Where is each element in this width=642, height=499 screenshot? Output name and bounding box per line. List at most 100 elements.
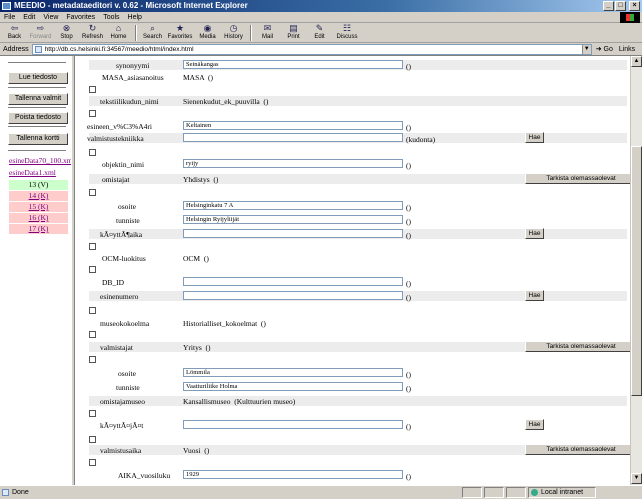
check-existing-button[interactable]: Tarkista olemassaolevat bbox=[525, 341, 630, 352]
esineen-vari-input[interactable]: Keltainen bbox=[183, 121, 403, 130]
address-input[interactable]: http://db.cs.helsinki.fi:34567/meedio/ht… bbox=[31, 43, 592, 55]
media-button[interactable]: ◉ Media bbox=[195, 23, 220, 40]
hae-button[interactable]: Hae bbox=[525, 132, 544, 143]
checkbox[interactable] bbox=[89, 436, 96, 443]
field-value: MASA () bbox=[183, 73, 214, 82]
field-row: museokokoelma Historialliset_kokoelmat (… bbox=[89, 318, 627, 328]
record-item-active[interactable]: 13 (V) bbox=[9, 180, 68, 190]
checkbox[interactable] bbox=[89, 149, 96, 156]
file-link[interactable]: esineData1.xml bbox=[9, 168, 56, 177]
db-id-input[interactable] bbox=[183, 277, 403, 286]
save-completed-button[interactable]: Tallenna valmit bbox=[8, 93, 68, 105]
check-existing-button[interactable]: Tarkista olemassaolevat bbox=[525, 444, 630, 455]
file-link[interactable]: esineData70_100.xml bbox=[9, 156, 71, 165]
checkbox[interactable] bbox=[89, 266, 96, 273]
stop-button[interactable]: ⊗ Stop bbox=[54, 23, 79, 40]
address-label: Address bbox=[3, 45, 29, 53]
checkbox[interactable] bbox=[89, 110, 96, 117]
zone-text: Local intranet bbox=[541, 489, 584, 496]
checkbox[interactable] bbox=[89, 459, 96, 466]
record-item[interactable]: 15 (K) bbox=[9, 202, 68, 212]
esinenumero-input[interactable] bbox=[183, 291, 403, 300]
divider bbox=[8, 87, 66, 89]
valmistajat-osoite-input[interactable]: Lömmila bbox=[183, 368, 403, 377]
toolbar-separator bbox=[250, 25, 252, 41]
browser-toolbar: ⇦ Back ⇨ Forward ⊗ Stop ↻ Refresh ⌂ Home ⌕ Sea… bbox=[0, 23, 642, 43]
menu-help[interactable]: Help bbox=[128, 14, 142, 21]
home-button[interactable]: ⌂ Home bbox=[106, 23, 131, 40]
delete-file-button[interactable]: Poista tiedosto bbox=[8, 112, 68, 124]
print-button[interactable]: ▤ Print bbox=[281, 23, 306, 40]
field-parens: () bbox=[406, 161, 411, 170]
field-row: valmistustekniikka (kudonta) Hae bbox=[87, 132, 627, 144]
hae-button[interactable]: Hae bbox=[525, 290, 544, 301]
menu-favorites[interactable]: Favorites bbox=[66, 14, 95, 21]
record-item[interactable]: 16 (K) bbox=[9, 213, 68, 223]
field-row: omistajat Yhdistys () Tarkista olemassao… bbox=[89, 173, 630, 184]
toolbar-separator bbox=[135, 25, 137, 41]
omistajat-tunniste-input[interactable]: Helsingin Ryijyliijät bbox=[183, 215, 403, 224]
field-row: valmistusaika Vuosi () Tarkista olemassa… bbox=[89, 444, 630, 455]
save-card-button[interactable]: Tallenna kortti bbox=[8, 133, 68, 145]
aika-vuosiluku-input[interactable]: 1929 bbox=[183, 470, 403, 479]
menu-view[interactable]: View bbox=[43, 14, 58, 21]
menu-edit[interactable]: Edit bbox=[23, 14, 35, 21]
synonyymi-input[interactable]: Seinäkangas bbox=[183, 60, 403, 69]
read-file-button[interactable]: Lue tiedosto bbox=[8, 72, 68, 84]
scroll-thumb[interactable] bbox=[631, 146, 642, 396]
kayttoaika-input[interactable] bbox=[183, 229, 403, 238]
back-button[interactable]: ⇦ Back bbox=[2, 23, 27, 40]
print-icon: ▤ bbox=[289, 23, 298, 33]
hae-button[interactable]: Hae bbox=[525, 419, 544, 430]
checkbox[interactable] bbox=[89, 331, 96, 338]
field-row: kÃ¤yttÃ¶aika () Hae bbox=[89, 228, 627, 240]
kayttajat-input[interactable] bbox=[183, 420, 403, 429]
valmistustekniikka-input[interactable] bbox=[183, 133, 403, 142]
scroll-down-icon[interactable]: ▼ bbox=[631, 473, 642, 484]
checkbox[interactable] bbox=[89, 243, 96, 250]
close-button[interactable]: × bbox=[629, 1, 640, 11]
field-parens: () bbox=[406, 217, 411, 226]
go-button[interactable]: ➜ Go bbox=[596, 45, 613, 53]
checkbox[interactable] bbox=[89, 410, 96, 417]
hae-button[interactable]: Hae bbox=[525, 228, 544, 239]
field-label: tunniste bbox=[116, 383, 140, 392]
field-label: museokokoelma bbox=[100, 319, 150, 328]
check-existing-button[interactable]: Tarkista olemassaolevat bbox=[525, 173, 630, 184]
objektin-nimi-input[interactable]: ryijy bbox=[183, 159, 403, 168]
record-item[interactable]: 14 (K) bbox=[9, 191, 68, 201]
discuss-icon: ☷ bbox=[342, 23, 352, 33]
history-button[interactable]: ◷ History bbox=[221, 23, 246, 40]
field-label: esineen_v%C3%A4ri bbox=[87, 122, 152, 131]
field-value: OCM () bbox=[183, 254, 209, 263]
field-value: Vuosi () bbox=[183, 446, 210, 455]
field-parens: () bbox=[406, 203, 411, 212]
vertical-scrollbar[interactable]: ▲ ▼ bbox=[630, 56, 642, 485]
search-button[interactable]: ⌕ Search bbox=[140, 23, 165, 40]
links-button[interactable]: Links bbox=[619, 46, 635, 53]
omistajat-osoite-input[interactable]: Helsinginkatu 7 A bbox=[183, 201, 403, 210]
checkbox[interactable] bbox=[89, 356, 96, 363]
checkbox[interactable] bbox=[89, 86, 96, 93]
field-label: MASA_asiasanoitus bbox=[102, 73, 164, 82]
field-row: valmistajat Yritys () Tarkista olemassao… bbox=[89, 341, 630, 352]
favorites-button[interactable]: ★ Favorites bbox=[166, 23, 194, 40]
scroll-up-icon[interactable]: ▲ bbox=[631, 56, 642, 67]
mail-button[interactable]: ✉ Mail bbox=[255, 23, 280, 40]
edit-button[interactable]: ✎ Edit bbox=[307, 23, 332, 40]
checkbox[interactable] bbox=[89, 307, 96, 314]
maximize-button[interactable]: □ bbox=[615, 1, 626, 11]
forward-button[interactable]: ⇨ Forward bbox=[28, 23, 53, 40]
minimize-button[interactable]: _ bbox=[603, 1, 614, 11]
refresh-button[interactable]: ↻ Refresh bbox=[80, 23, 105, 40]
menu-tools[interactable]: Tools bbox=[103, 14, 119, 21]
record-item[interactable]: 17 (K) bbox=[9, 224, 68, 234]
checkbox[interactable] bbox=[89, 189, 96, 196]
window-title-bar[interactable]: MEEDIO - metadataeditori v. 0.62 - Micro… bbox=[0, 0, 642, 12]
address-bar: Address http://db.cs.helsinki.fi:34567/m… bbox=[0, 43, 642, 56]
valmistajat-tunniste-input[interactable]: Vaatturiliike Holma bbox=[183, 382, 403, 391]
menu-file[interactable]: File bbox=[4, 14, 15, 21]
field-label: valmistusaika bbox=[100, 446, 142, 455]
discuss-button[interactable]: ☷ Discuss bbox=[333, 23, 361, 40]
chevron-down-icon[interactable]: ▼ bbox=[581, 44, 591, 54]
